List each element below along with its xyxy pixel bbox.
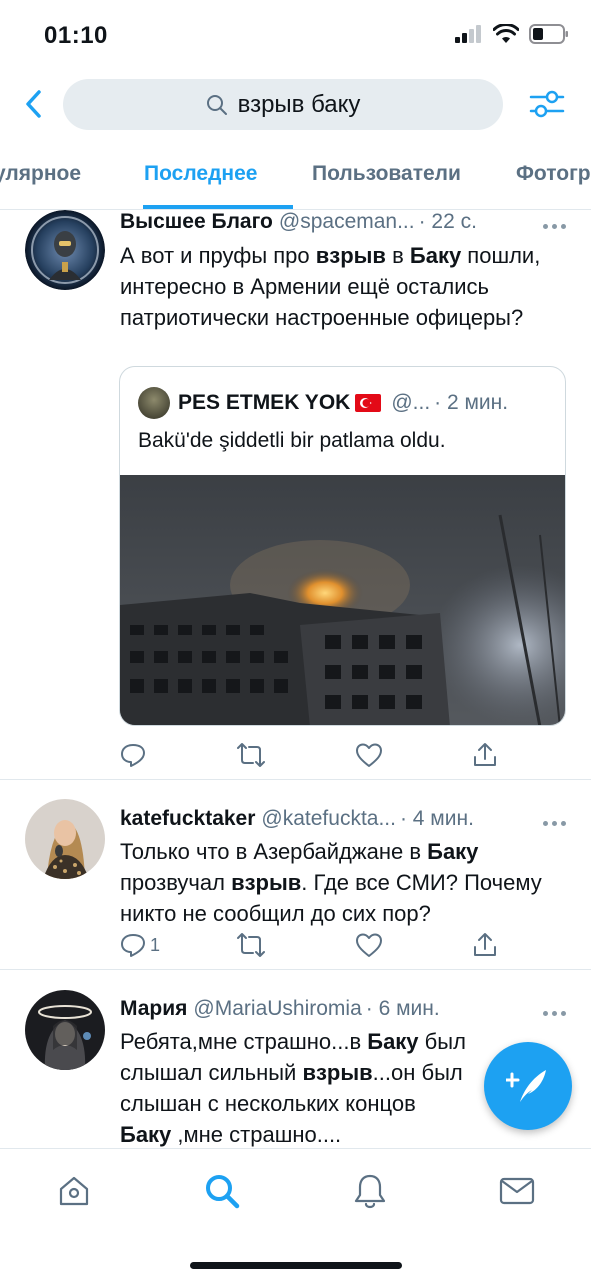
reply-icon	[121, 744, 145, 767]
tab-top[interactable]: улярное	[0, 162, 81, 186]
sliders-icon	[529, 90, 565, 118]
heart-icon	[356, 933, 382, 957]
author-handle[interactable]: @spaceman...	[279, 210, 415, 234]
messages-icon	[499, 1177, 535, 1205]
battery-icon	[529, 24, 568, 44]
retweet-button[interactable]	[236, 740, 266, 770]
tweet-feed[interactable]: Высшее Благо @spaceman... · 22 с. А вот …	[0, 210, 591, 1148]
avatar[interactable]	[25, 210, 105, 290]
tweet-time: · 22 с.	[418, 210, 477, 233]
more-options-button[interactable]	[539, 216, 569, 236]
tab-photos[interactable]: Фотогр	[516, 162, 591, 186]
avatar-image	[25, 990, 105, 1070]
tweet[interactable]: katefucktaker @katefuckta... · 4 мин. То…	[0, 780, 591, 970]
reply-button[interactable]: 1	[120, 930, 160, 960]
reply-count: 1	[150, 934, 161, 955]
active-tab-indicator	[143, 205, 293, 209]
search-icon	[206, 94, 227, 115]
tweet-header: Мария @MariaUshiromia · 6 мин.	[120, 997, 571, 1027]
tweet-time: · 4 мин.	[399, 807, 474, 830]
quoted-tweet-photo[interactable]	[120, 475, 565, 725]
retweet-icon	[237, 933, 265, 957]
compose-feather-icon	[506, 1070, 546, 1102]
tweet-actions	[120, 740, 500, 770]
quoted-tweet-text: Bakü'de şiddetli bir patlama oldu.	[138, 429, 446, 452]
search-query: взрыв баку	[237, 90, 361, 118]
author-name[interactable]: Высшее Благо	[120, 210, 273, 234]
explosion-photo	[120, 475, 565, 725]
tab-people[interactable]: Пользователи	[312, 162, 461, 186]
quoted-tweet[interactable]: PES ETMEK YOK @... · 2 мин. Bakü'de şidd…	[119, 366, 566, 726]
tweet-text: Ребята,мне страшно...в Баку был слышал с…	[120, 1029, 466, 1147]
status-bar: 01:10	[0, 0, 591, 72]
more-options-button[interactable]	[539, 813, 569, 833]
quoted-tweet-header: PES ETMEK YOK @... · 2 мин.	[138, 387, 547, 419]
like-button[interactable]	[355, 740, 383, 770]
quoted-tweet-time: · 2 мин.	[434, 391, 509, 414]
nav-notifications[interactable]	[348, 1169, 392, 1213]
share-icon	[474, 743, 496, 766]
like-button[interactable]	[355, 930, 383, 960]
tweet[interactable]: Высшее Благо @spaceman... · 22 с. А вот …	[0, 210, 591, 780]
search-tabs: улярное Последнее Пользователи Фотогр	[0, 148, 591, 210]
nav-messages[interactable]	[495, 1169, 539, 1213]
share-button[interactable]	[472, 930, 498, 960]
search-filter-button[interactable]	[527, 86, 567, 122]
chevron-left-icon	[26, 90, 41, 118]
back-button[interactable]	[18, 86, 48, 122]
quoted-author-name: PES ETMEK YOK	[178, 391, 351, 414]
avatar[interactable]	[25, 799, 105, 879]
share-button[interactable]	[472, 740, 498, 770]
reply-button[interactable]	[120, 740, 146, 770]
tweet-header: katefucktaker @katefuckta... · 4 мин.	[120, 807, 571, 837]
reply-icon	[121, 934, 145, 957]
cellular-signal-icon	[455, 25, 481, 43]
search-input[interactable]: взрыв баку	[63, 79, 503, 130]
author-name[interactable]: katefucktaker	[120, 807, 255, 831]
bottom-navigation	[0, 1148, 591, 1280]
nav-search[interactable]	[200, 1169, 244, 1213]
compose-tweet-button[interactable]	[484, 1042, 572, 1130]
retweet-button[interactable]	[236, 930, 266, 960]
nav-home[interactable]	[52, 1169, 96, 1213]
status-icons	[455, 24, 569, 44]
tweet-actions: 1	[120, 930, 500, 960]
home-indicator	[190, 1262, 402, 1269]
turkey-flag-icon	[355, 394, 382, 412]
more-options-button[interactable]	[539, 1003, 569, 1023]
author-name[interactable]: Мария	[120, 997, 187, 1021]
quoted-avatar	[138, 387, 170, 419]
tweet-header: Высшее Благо @spaceman... · 22 с.	[120, 210, 571, 240]
retweet-icon	[237, 743, 265, 767]
avatar[interactable]	[25, 990, 105, 1070]
share-icon	[474, 933, 496, 956]
home-icon	[59, 1176, 89, 1206]
notifications-icon	[354, 1174, 386, 1209]
tweet-text: Только что в Азербайджане в Баку прозвуч…	[120, 839, 542, 926]
tab-latest[interactable]: Последнее	[144, 162, 257, 186]
status-time: 01:10	[44, 22, 108, 49]
avatar-image	[25, 799, 105, 879]
tweet-time: · 6 мин.	[365, 997, 440, 1020]
tweet-text: А вот и пруфы про взрыв в Баку пошли, ин…	[120, 243, 541, 330]
author-handle[interactable]: @katefuckta...	[261, 807, 396, 831]
wifi-icon	[493, 24, 519, 43]
search-header: взрыв баку	[0, 72, 591, 140]
quoted-author-handle: @...	[391, 391, 431, 414]
author-handle[interactable]: @MariaUshiromia	[193, 997, 361, 1021]
avatar-image	[25, 210, 105, 290]
search-icon	[206, 1175, 240, 1209]
heart-icon	[356, 743, 382, 767]
